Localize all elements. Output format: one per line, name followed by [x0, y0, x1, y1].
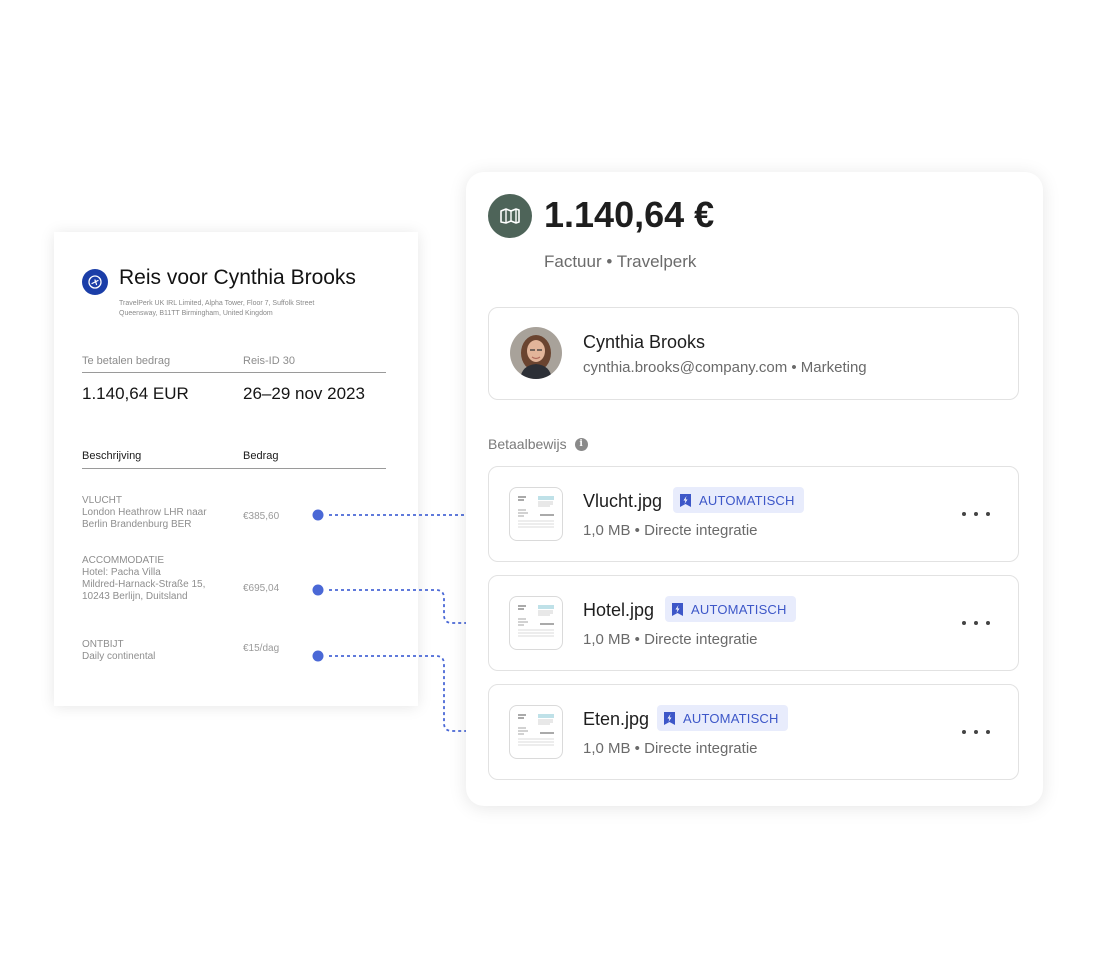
expense-card: 1.140,64 € Factuur • Travelperk Cynthia …: [466, 172, 1043, 806]
bolt-bookmark-icon: [672, 602, 683, 616]
receipt-item[interactable]: Hotel.jpg AUTOMATISCH 1,0 MB • Directe i…: [488, 575, 1019, 671]
receipt-thumbnail: [509, 596, 563, 650]
connector-food: [329, 655, 489, 732]
more-horizontal-icon: [962, 621, 966, 625]
connector-dot: [312, 584, 324, 596]
file-name: Hotel.jpg: [583, 600, 655, 620]
badge-label: AUTOMATISCH: [699, 492, 795, 508]
badge-label: AUTOMATISCH: [691, 601, 787, 617]
receipt-item[interactable]: Vlucht.jpg AUTOMATISCH 1,0 MB • Directe …: [488, 466, 1019, 562]
automatic-badge: AUTOMATISCH: [673, 487, 804, 513]
more-options-button[interactable]: [962, 611, 990, 635]
file-meta: 1,0 MB • Directe integratie: [583, 522, 758, 539]
user-email-department: cynthia.brooks@company.com • Marketing: [583, 359, 867, 376]
section-label-receipts: Betaalbewijs i: [488, 436, 588, 452]
expense-subtitle: Factuur • Travelperk: [544, 252, 697, 271]
map-icon: [488, 194, 532, 238]
automatic-badge: AUTOMATISCH: [657, 705, 788, 731]
more-horizontal-icon: [962, 730, 966, 734]
file-name: Vlucht.jpg: [583, 491, 663, 511]
more-options-button[interactable]: [962, 502, 990, 526]
bolt-bookmark-icon: [664, 711, 675, 725]
info-icon[interactable]: i: [574, 437, 588, 451]
badge-label: AUTOMATISCH: [683, 710, 779, 726]
section-label-text: Betaalbewijs: [488, 436, 567, 452]
more-horizontal-icon: [962, 512, 966, 516]
expense-amount: 1.140,64 €: [544, 194, 715, 235]
connector-dot: [312, 509, 324, 521]
avatar: [510, 327, 562, 379]
receipt-thumbnail: [509, 705, 563, 759]
receipt-thumbnail: [509, 487, 563, 541]
user-name: Cynthia Brooks: [583, 332, 706, 352]
receipt-item[interactable]: Eten.jpg AUTOMATISCH 1,0 MB • Directe in…: [488, 684, 1019, 780]
user-card[interactable]: Cynthia Brooks cynthia.brooks@company.co…: [488, 307, 1019, 400]
connector-dot: [312, 650, 324, 662]
connector-hotel: [329, 589, 489, 624]
bolt-bookmark-icon: [680, 493, 691, 507]
automatic-badge: AUTOMATISCH: [665, 596, 796, 622]
more-options-button[interactable]: [962, 720, 990, 744]
file-meta: 1,0 MB • Directe integratie: [583, 740, 758, 757]
file-name: Eten.jpg: [583, 709, 650, 729]
file-meta: 1,0 MB • Directe integratie: [583, 631, 758, 648]
